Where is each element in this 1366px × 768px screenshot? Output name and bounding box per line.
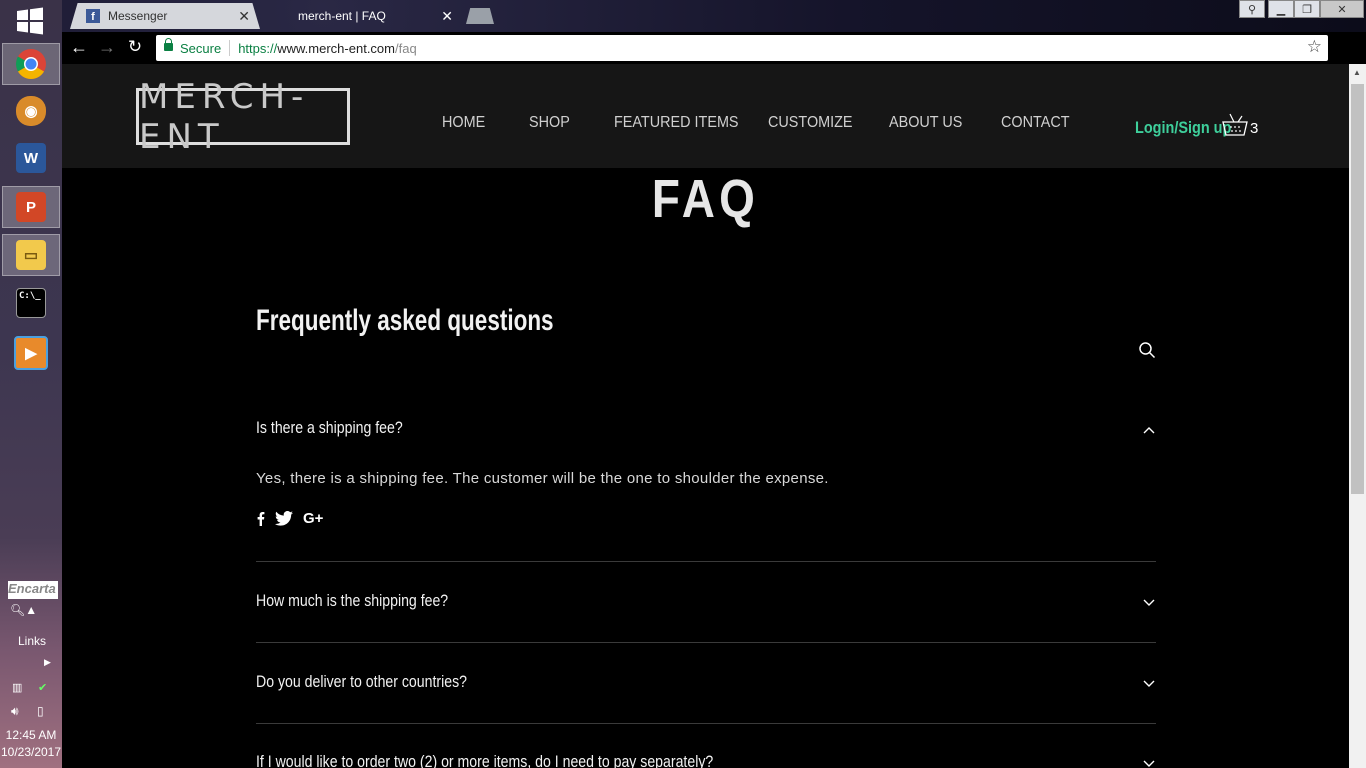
divider bbox=[256, 561, 1156, 562]
security-shield-icon[interactable]: ✔ bbox=[38, 681, 47, 694]
windows-taskbar: ◉ W P ▭ C:\_ ▶ Encarta 🔍︎▲ Links ▶ ▥ ✔ 🔊… bbox=[0, 0, 62, 768]
faq-question-4[interactable]: If I would like to order two (2) or more… bbox=[256, 752, 1156, 768]
taskbar-command-prompt[interactable]: C:\_ bbox=[2, 282, 60, 324]
cart-count: 3 bbox=[1250, 120, 1259, 137]
chevron-down-icon[interactable] bbox=[1142, 677, 1156, 691]
close-tab-icon[interactable]: ✕ bbox=[238, 8, 250, 25]
taskbar-media-player[interactable]: ▶ bbox=[2, 332, 60, 374]
page-title: FAQ bbox=[651, 169, 760, 229]
forward-arrow-icon[interactable]: → bbox=[96, 37, 118, 58]
address-bar[interactable]: Secure https://www.merch-ent.com/faq ☆ bbox=[156, 35, 1328, 61]
reload-icon[interactable]: ↻ bbox=[124, 37, 146, 57]
question-text: Do you deliver to other countries? bbox=[256, 672, 467, 691]
facebook-favicon-icon: f bbox=[86, 9, 100, 23]
divider bbox=[256, 723, 1156, 724]
tab-label: Messenger bbox=[108, 9, 168, 23]
login-signup-link[interactable]: Login/Sign up bbox=[1135, 118, 1231, 138]
bookmark-star-icon[interactable]: ☆ bbox=[1307, 37, 1322, 57]
question-text: Is there a shipping fee? bbox=[256, 418, 403, 437]
archive-icon: ◉ bbox=[16, 96, 46, 126]
taskbar-file-explorer[interactable]: ▭ bbox=[2, 234, 60, 276]
url-host: www.merch-ent.com bbox=[277, 40, 395, 56]
page-viewport: MERCH-ENT HOME SHOP FEATURED ITEMS CUSTO… bbox=[62, 64, 1349, 768]
word-icon: W bbox=[16, 143, 46, 173]
scrollbar-thumb[interactable] bbox=[1351, 84, 1364, 494]
close-window-button[interactable]: ✕ bbox=[1320, 0, 1364, 18]
page-scrollbar[interactable]: ▲ bbox=[1349, 64, 1366, 768]
back-arrow-icon[interactable]: ← bbox=[68, 37, 90, 58]
powerpoint-icon: P bbox=[16, 192, 46, 222]
faq-answer-1: Yes, there is a shipping fee. The custom… bbox=[256, 470, 829, 487]
divider bbox=[256, 642, 1156, 643]
command-prompt-icon: C:\_ bbox=[16, 288, 46, 318]
user-icon[interactable]: ⚲ bbox=[1239, 0, 1265, 18]
nav-contact[interactable]: CONTACT bbox=[1001, 114, 1070, 132]
chevron-down-icon[interactable] bbox=[1142, 596, 1156, 610]
tab-label: merch-ent | FAQ bbox=[298, 9, 386, 23]
media-player-icon: ▶ bbox=[14, 336, 48, 370]
google-plus-icon[interactable]: G+ bbox=[303, 510, 323, 527]
tab-faq[interactable]: merch-ent | FAQ ✕ bbox=[288, 3, 463, 29]
file-explorer-icon: ▭ bbox=[16, 240, 46, 270]
volume-icon[interactable]: 🔊︎ bbox=[11, 704, 19, 719]
restore-button[interactable]: ❐ bbox=[1294, 0, 1320, 18]
lock-icon bbox=[164, 38, 173, 51]
search-icon[interactable]: 🔍︎▲ bbox=[10, 603, 37, 617]
tab-messenger[interactable]: f Messenger ✕ bbox=[70, 3, 260, 29]
chevron-up-icon[interactable] bbox=[1142, 423, 1156, 437]
facebook-icon[interactable] bbox=[256, 511, 265, 526]
chrome-icon bbox=[15, 49, 46, 80]
encarta-search[interactable]: Encarta bbox=[8, 581, 58, 599]
shopping-basket-icon[interactable] bbox=[1220, 112, 1250, 138]
taskbar-archive[interactable]: ◉ bbox=[2, 90, 60, 132]
taskbar-word[interactable]: W bbox=[2, 137, 60, 179]
search-icon[interactable] bbox=[1138, 341, 1156, 359]
faq-question-2[interactable]: How much is the shipping fee? bbox=[256, 591, 1156, 611]
share-icons: G+ bbox=[256, 510, 323, 527]
secure-label: Secure bbox=[180, 40, 222, 56]
browser-toolbar: ← → ↻ Secure https://www.merch-ent.com/f… bbox=[62, 32, 1366, 64]
new-tab-button[interactable] bbox=[466, 8, 494, 24]
site-header: MERCH-ENT HOME SHOP FEATURED ITEMS CUSTO… bbox=[62, 64, 1349, 168]
battery-icon[interactable]: ▯ bbox=[37, 704, 44, 718]
faq-question-3[interactable]: Do you deliver to other countries? bbox=[256, 672, 1156, 692]
divider bbox=[229, 40, 231, 56]
links-toolbar[interactable]: Links bbox=[18, 634, 46, 648]
windows-start-icon[interactable] bbox=[15, 6, 45, 36]
taskbar-powerpoint[interactable]: P bbox=[2, 186, 60, 228]
nav-about-us[interactable]: ABOUT US bbox=[889, 114, 962, 132]
url-path: /faq bbox=[394, 40, 417, 56]
url-scheme: https:// bbox=[238, 40, 278, 56]
expand-arrow-icon[interactable]: ▶ bbox=[44, 657, 51, 668]
question-text: How much is the shipping fee? bbox=[256, 591, 449, 610]
scroll-up-arrow-icon[interactable]: ▲ bbox=[1353, 68, 1361, 77]
clock-date[interactable]: 10/23/2017 bbox=[0, 745, 62, 759]
faq-heading: Frequently asked questions bbox=[256, 304, 554, 337]
clock-time[interactable]: 12:45 AM bbox=[0, 728, 62, 742]
network-icon[interactable]: ▥ bbox=[12, 681, 22, 694]
close-tab-icon[interactable]: ✕ bbox=[441, 8, 453, 25]
taskbar-chrome[interactable] bbox=[2, 43, 60, 85]
nav-home[interactable]: HOME bbox=[442, 114, 485, 132]
twitter-icon[interactable] bbox=[275, 511, 293, 526]
nav-shop[interactable]: SHOP bbox=[529, 114, 570, 132]
minimize-button[interactable]: ▁ bbox=[1268, 0, 1294, 18]
browser-tabstrip: f Messenger ✕ merch-ent | FAQ ✕ ⚲ ▁ ❐ ✕ bbox=[62, 0, 1366, 32]
question-text: If I would like to order two (2) or more… bbox=[256, 752, 714, 768]
nav-customize[interactable]: CUSTOMIZE bbox=[768, 114, 853, 132]
chevron-down-icon[interactable] bbox=[1142, 757, 1156, 768]
site-logo[interactable]: MERCH-ENT bbox=[136, 77, 350, 157]
faq-question-1[interactable]: Is there a shipping fee? bbox=[256, 418, 1156, 438]
nav-featured-items[interactable]: FEATURED ITEMS bbox=[614, 114, 739, 132]
